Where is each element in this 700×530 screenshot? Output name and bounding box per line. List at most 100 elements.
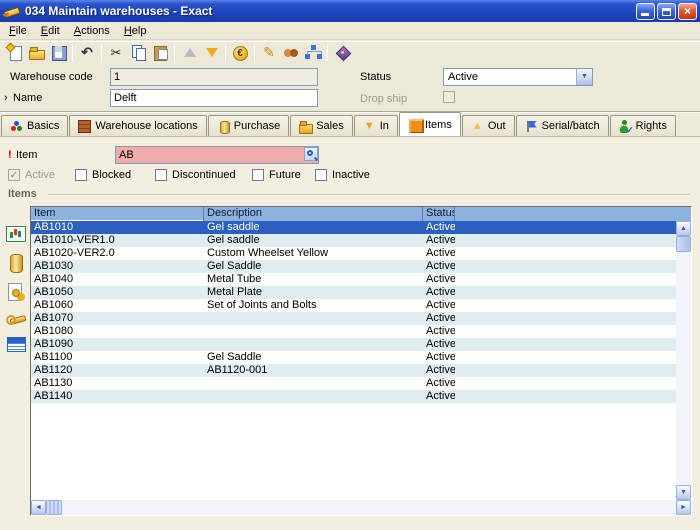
cut-icon: ✂ [110,45,122,60]
paste-button[interactable] [149,43,171,63]
vertical-scroll-thumb[interactable] [676,236,691,252]
warehouse-code-field[interactable] [110,68,318,86]
checkbox-label: Active [25,169,55,182]
euro-button[interactable]: € [229,43,251,63]
column-header-item[interactable]: Item [31,207,204,221]
chevron-down-icon[interactable]: ▼ [576,69,592,85]
scroll-left-icon[interactable]: ◄ [31,500,46,515]
checkbox-inactive[interactable]: Inactive [315,169,370,182]
cell-filler [455,377,676,390]
checkbox-blocked[interactable]: Blocked [75,169,131,182]
items-group-title: Items [8,188,37,200]
diamond-button[interactable] [331,43,353,63]
wrench-icon[interactable] [6,309,26,329]
menu-actions[interactable]: Actions [67,23,117,39]
item-filter-wrap [115,146,319,164]
checkbox-future[interactable]: Future [252,169,301,182]
menu-help[interactable]: Help [117,23,154,39]
table-row[interactable]: AB1140 Active [31,390,676,403]
tab-in[interactable]: ▼ In [353,115,398,136]
toolbar-separator [174,44,175,61]
checkbox-discontinued[interactable]: Discontinued [155,169,236,182]
table-row[interactable]: AB1080 Active [31,325,676,338]
cell-item: AB1080 [34,325,74,337]
checkbox-box[interactable] [155,169,167,182]
cut-button[interactable]: ✂ [105,43,127,63]
table-row[interactable]: AB1120 AB1120-001 Active [31,364,676,377]
cell-status: Active [426,351,455,363]
table-row[interactable]: AB1050 Metal Plate Active [31,286,676,299]
table-row[interactable]: AB1030 Gel Saddle Active [31,260,676,273]
table-row[interactable]: AB1010 Gel saddle Active [31,221,676,234]
up-button[interactable] [178,43,200,63]
column-header-description[interactable]: Description [204,207,423,221]
tab-purchase[interactable]: Purchase [207,115,290,136]
cell-status: Active [426,377,455,389]
scroll-right-icon[interactable]: ► [676,500,691,515]
menu-edit[interactable]: Edit [34,23,67,39]
table-row[interactable]: AB1070 Active [31,312,676,325]
stock-cylinder-icon[interactable] [6,253,26,273]
table-row[interactable]: AB1130 Active [31,377,676,390]
pencil-button[interactable]: ✎ [258,43,280,63]
scroll-up-icon[interactable]: ▲ [676,221,691,236]
close-button[interactable]: × [678,2,697,20]
open-button[interactable] [25,43,47,63]
orgchart-icon [305,44,322,61]
cell-status: Active [426,247,455,259]
cell-item: AB1130 [34,377,73,389]
new-button[interactable] [3,43,25,63]
menu-file[interactable]: File [2,23,34,39]
column-header-status[interactable]: Status [423,207,455,221]
tab-basics[interactable]: Basics [1,115,69,136]
undo-icon: ↶ [81,44,93,60]
tab-items[interactable]: Items [398,112,461,136]
vertical-scrollbar[interactable]: ▲ ▼ [676,221,691,500]
status-select[interactable]: Active ▼ [443,68,593,86]
horizontal-scrollbar[interactable]: ◄ ► [31,500,691,515]
scroll-down-icon[interactable]: ▼ [676,485,691,500]
tab-rights[interactable]: Rights [609,115,676,136]
tab-sales[interactable]: Sales [290,115,353,136]
search-button[interactable] [304,147,318,161]
document-gears-icon[interactable] [6,283,26,303]
item-filter-label: Item [16,149,38,161]
window-title: 034 Maintain warehouses - Exact [25,4,213,18]
table-row[interactable]: AB1020-VER2.0 Custom Wheelset Yellow Activ… [31,247,676,260]
cell-description: Gel saddle [207,234,260,246]
in-icon: ▼ [363,119,375,132]
locations-icon [78,119,92,133]
table-row[interactable]: AB1100 Gel Saddle Active [31,351,676,364]
checkbox-box[interactable] [75,169,87,182]
list-card-icon[interactable] [6,335,26,355]
cell-filler [455,234,676,247]
copy-button[interactable] [127,43,149,63]
vertical-scroll-track[interactable] [676,252,691,485]
down-button[interactable] [200,43,222,63]
checkbox-box[interactable] [252,169,264,182]
horizontal-scroll-thumb[interactable] [46,500,62,515]
name-field[interactable] [110,89,318,107]
table-row[interactable]: AB1060 Set of Joints and Bolts Active [31,299,676,312]
maximize-button[interactable] [657,2,676,20]
tab-serial-batch[interactable]: Serial/batch [515,115,609,136]
tab-warehouse-locations[interactable]: Warehouse locations [69,115,207,136]
app-icon [3,4,21,19]
maximize-icon [662,7,671,16]
pencil-icon: ✎ [263,44,275,60]
tab-out[interactable]: ▲ Out [461,115,515,136]
table-row[interactable]: AB1010-VER1.0 Gel saddle Active [31,234,676,247]
minimize-button[interactable] [636,2,655,20]
cell-status: Active [426,325,455,337]
chart-card-icon[interactable] [6,223,26,243]
horizontal-scroll-track[interactable] [62,500,676,515]
orgchart-button[interactable] [302,43,324,63]
handshake-button[interactable] [280,43,302,63]
save-button[interactable] [47,43,69,63]
undo-button[interactable]: ↶ [76,43,98,63]
cell-filler [455,273,676,286]
table-row[interactable]: AB1040 Metal Tube Active [31,273,676,286]
item-search-input[interactable] [115,146,319,164]
checkbox-box[interactable] [315,169,327,182]
table-row[interactable]: AB1090 Active [31,338,676,351]
